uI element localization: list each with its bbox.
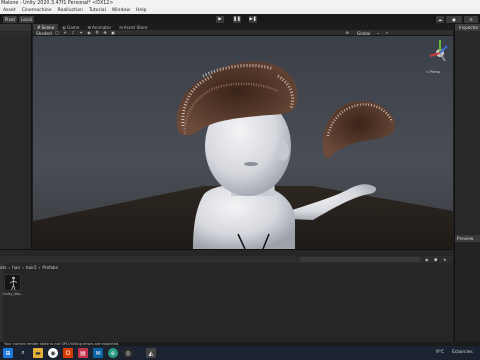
window-title: Malone - Unity 2020.3.47f1 Personal* <DX… — [1, 0, 114, 6]
step-icon: ▶❚ — [249, 16, 257, 22]
step-button[interactable]: ▶❚ — [249, 15, 257, 23]
unity-icon[interactable]: ◭ — [146, 348, 156, 358]
preview-tab-label: Preview — [457, 236, 474, 241]
favorite-icon[interactable]: ★ — [443, 257, 447, 262]
pause-button[interactable]: ❚❚ — [233, 15, 241, 23]
tab-asset-store-label: Asset Store — [123, 24, 148, 30]
account-icon: ● — [452, 16, 456, 22]
play-icon: ▶ — [218, 16, 222, 22]
office-icon[interactable]: O — [63, 348, 73, 358]
global-dropdown[interactable]: Global — [357, 31, 370, 36]
main-toolbar: Pivot Local ▶ ❚❚ ▶❚ ☁ ● ≡ — [0, 14, 480, 24]
layers-button[interactable]: ≡ — [464, 15, 478, 23]
tab-preview[interactable]: Preview — [455, 235, 480, 242]
breadcrumb: ets › hair › hair2 › Prefabs — [0, 265, 58, 270]
menu-realluction[interactable]: Realluction — [55, 8, 86, 13]
window-titlebar: Malone - Unity 2020.3.47f1 Personal* <DX… — [0, 0, 480, 7]
taskbar: ⊞ ⌕ ▬ ◉ O ▤ ✉ e ◎ ◭ 9°C Eclaircies — [0, 346, 480, 360]
windows-icon[interactable]: ⊞ — [3, 348, 13, 358]
breadcrumb-item[interactable]: Prefabs — [42, 265, 58, 270]
cloud-icon: ☁ — [437, 16, 443, 22]
character-figure-icon — [9, 276, 18, 291]
store-icon[interactable]: ▤ — [78, 348, 88, 358]
project-panel: ▾ ◉ ⬟ ★ ets› hair› hair2› Prefabs Unity_… — [0, 249, 453, 343]
edge-icon[interactable]: e — [108, 348, 118, 358]
menu-tutorial[interactable]: Tutorial — [86, 8, 109, 13]
gizmos-dropdown-icon[interactable]: ⌄ — [376, 31, 380, 35]
effects-toggle-icon[interactable]: ✦ — [79, 31, 83, 35]
breadcrumb-item[interactable]: hair — [12, 265, 20, 270]
asset-store-tab-icon: ⊟ — [119, 24, 123, 30]
hierarchy-search[interactable] — [0, 32, 31, 38]
weather-condition: Eclaircies — [452, 349, 473, 355]
hierarchy-header — [0, 24, 31, 31]
camera-settings-icon[interactable]: ▣ — [111, 31, 115, 35]
game-tab-icon: ◍ — [62, 24, 66, 30]
snap-icon[interactable]: ⊕ — [345, 31, 349, 35]
animator-tab-icon: ⊞ — [87, 24, 91, 30]
hidden-objects-icon[interactable]: ◉ — [87, 31, 91, 35]
inspector-tab-label: Inspector — [459, 25, 479, 30]
pivot-toggle[interactable]: Pivot — [3, 15, 17, 23]
layers-icon: ≡ — [469, 16, 473, 22]
persp-label[interactable]: < Persp — [426, 70, 440, 74]
scene-tab-icon: # — [37, 24, 41, 30]
grid-toggle-icon[interactable]: # — [95, 31, 99, 35]
pause-icon: ❚❚ — [233, 16, 241, 22]
status-message: Your current render state is not GPU-hit… — [4, 341, 120, 346]
inspector-panel: Inspector Preview — [454, 24, 480, 344]
filter-type-icon[interactable]: ◉ — [425, 257, 429, 262]
search-icon[interactable]: ⌕ — [18, 348, 28, 358]
hierarchy-panel — [0, 24, 32, 254]
menu-window[interactable]: Window — [109, 8, 133, 13]
local-toggle[interactable]: Local — [19, 15, 34, 23]
explorer-icon[interactable]: ▬ — [33, 348, 43, 358]
chrome-icon[interactable]: ◉ — [48, 348, 58, 358]
gizmos-icon[interactable]: ✥ — [103, 31, 107, 35]
2d-toggle-icon[interactable]: ▢ — [55, 31, 59, 35]
tab-inspector[interactable]: Inspector — [455, 24, 480, 31]
local-label: Local — [21, 16, 32, 22]
project-folder-tree — [0, 263, 3, 343]
collab-button[interactable]: ☁ — [436, 15, 444, 23]
preview-area — [455, 242, 480, 344]
account-button[interactable]: ● — [446, 15, 462, 23]
asset-thumbnail[interactable] — [4, 274, 21, 291]
lighting-toggle-icon[interactable]: ☀ — [63, 31, 67, 35]
tab-game-label: Game — [66, 24, 80, 30]
menu-asset[interactable]: Asset — [0, 8, 19, 13]
tab-scene-label: Scene — [41, 24, 55, 30]
menu-bar: Asset Cinemachine Realluction Tutorial W… — [0, 7, 480, 14]
asset-label: Unity_Wo... — [3, 291, 24, 296]
scene-viewport[interactable]: < Persp — [33, 36, 453, 249]
breadcrumb-item[interactable]: ets — [0, 265, 6, 270]
weather-temperature: 9°C — [436, 349, 445, 355]
menu-cinemachine[interactable]: Cinemachine — [19, 8, 55, 13]
tab-animator-label: Animator — [91, 24, 112, 30]
search-icon[interactable]: ⌕ — [385, 31, 389, 35]
filter-label-icon[interactable]: ⬟ — [434, 257, 437, 262]
project-search-input[interactable] — [300, 257, 420, 262]
play-button[interactable]: ▶ — [216, 15, 224, 23]
menu-help[interactable]: Help — [133, 8, 149, 13]
audio-toggle-icon[interactable]: ♪ — [71, 31, 75, 35]
unity-hub-icon[interactable]: ◎ — [123, 348, 133, 358]
breadcrumb-item[interactable]: hair2 — [26, 265, 37, 270]
mail-icon[interactable]: ✉ — [93, 348, 103, 358]
shading-mode-dropdown[interactable]: Shaded — [36, 31, 52, 36]
scene-render — [33, 36, 453, 249]
pivot-label: Pivot — [4, 16, 16, 22]
